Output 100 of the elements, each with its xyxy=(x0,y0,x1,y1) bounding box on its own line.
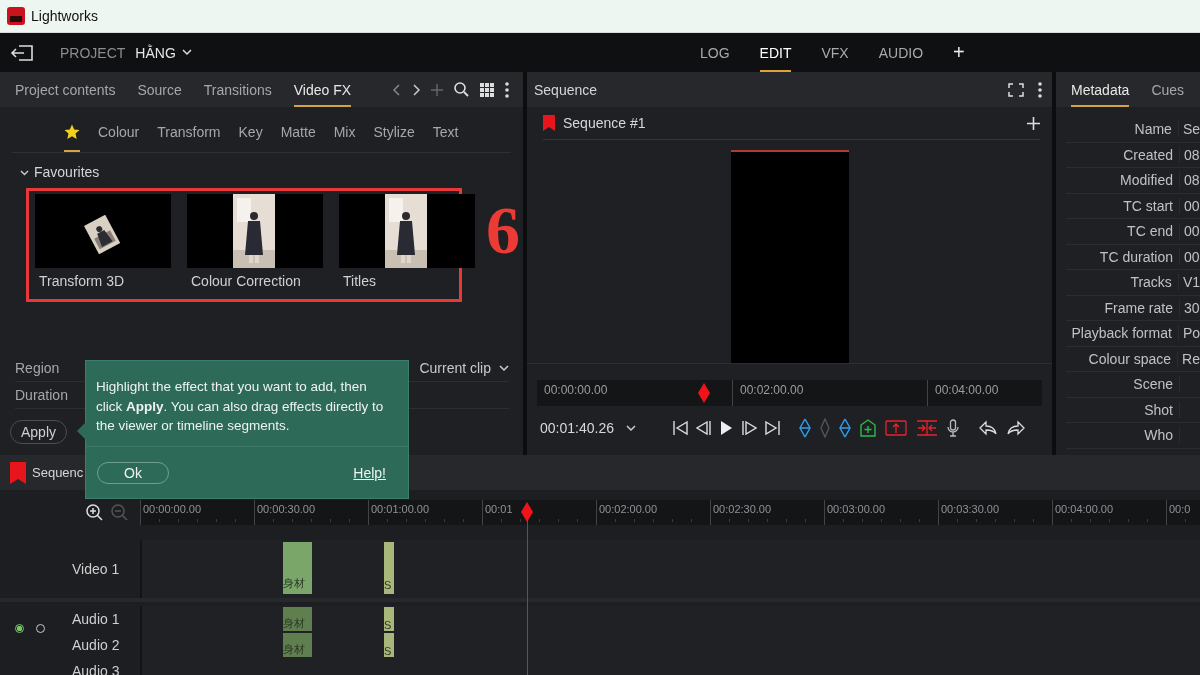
track-name: Audio 2 xyxy=(72,637,120,653)
category-tab[interactable]: Text xyxy=(432,107,459,152)
clip[interactable]: S xyxy=(384,607,394,631)
effect-label: Transform 3D xyxy=(38,273,126,289)
playhead-marker[interactable] xyxy=(520,502,533,522)
bookmark-icon xyxy=(10,461,26,484)
category-tab[interactable]: Transform xyxy=(157,107,221,152)
workspace-tab[interactable]: VFX xyxy=(821,33,849,72)
effect-label: Colour Correction xyxy=(190,273,302,289)
grid-icon[interactable] xyxy=(480,82,495,97)
panel-tab[interactable]: Project contents xyxy=(15,72,116,107)
microphone-icon[interactable] xyxy=(946,419,959,437)
track-name: Audio 1 xyxy=(72,611,120,627)
field-value: V1 xyxy=(1181,274,1200,291)
clip[interactable]: 身材 xyxy=(283,542,312,594)
category-tab[interactable]: Key xyxy=(238,107,263,152)
time-label: 00:0 xyxy=(1169,503,1191,515)
category-tab[interactable]: Matte xyxy=(280,107,316,152)
playhead-marker[interactable] xyxy=(697,383,710,403)
field-label: TC end xyxy=(1066,223,1180,240)
zoom-in-icon[interactable] xyxy=(86,504,103,521)
field-label: Tracks xyxy=(1066,274,1179,291)
track-name: Video 1 xyxy=(72,561,120,577)
time-label: 00:00:00.00 xyxy=(143,503,202,515)
panel-tab[interactable]: Metadata xyxy=(1071,72,1130,107)
scrub-bar[interactable]: 00:00:00.00 00:02:00.00 00:04:00.00 xyxy=(537,380,1042,406)
field-label: TC duration xyxy=(1066,248,1180,265)
time-ruler[interactable]: 00:00:00.00 00:00:30.00 00:01:00.00 00:01 00:02:00.00 00:02:30.00 00:03:00.00 00:03:30.00 00:04:00.00 00:0 xyxy=(140,500,1200,525)
clip[interactable]: S xyxy=(384,542,394,594)
mark-in-icon[interactable] xyxy=(798,418,811,438)
category-tab[interactable]: Mix xyxy=(333,107,356,152)
more-icon[interactable] xyxy=(505,81,510,98)
field-value: 08 xyxy=(1183,172,1200,189)
step-number: 6 xyxy=(485,190,521,270)
star-icon xyxy=(64,123,80,140)
workspace-tab[interactable]: LOG xyxy=(700,33,730,72)
time-label: 00:02:00.00 xyxy=(599,503,658,515)
radio-button[interactable] xyxy=(15,624,24,633)
panel-tab[interactable]: Cues xyxy=(1151,72,1185,107)
field-label: Shot xyxy=(1066,401,1180,418)
exit-icon[interactable] xyxy=(10,43,34,62)
field-label: Frame rate xyxy=(1066,299,1180,316)
window-title: Lightworks xyxy=(31,8,98,24)
bookmark-icon xyxy=(543,115,555,131)
play-icon[interactable] xyxy=(719,420,733,436)
field-value: 08 xyxy=(1183,146,1200,163)
field-label: Modified xyxy=(1066,172,1180,189)
project-dropdown[interactable]: HẰNG xyxy=(135,44,192,61)
panel-tab[interactable]: Source xyxy=(137,72,182,107)
field-label: Colour space xyxy=(1066,350,1179,367)
field-value: Po xyxy=(1181,325,1200,342)
clip[interactable]: S xyxy=(384,633,394,657)
chevron-down-icon xyxy=(625,424,636,432)
skip-end-icon[interactable] xyxy=(764,420,781,436)
field-label: Scene xyxy=(1066,376,1180,393)
region-dropdown[interactable]: Current clip xyxy=(419,360,509,376)
field-label: TC start xyxy=(1066,197,1180,214)
time-label: 00:01:00.00 xyxy=(371,503,430,515)
field-label: Name xyxy=(1066,121,1179,138)
field-value: Se xyxy=(1181,121,1200,138)
field-value: 00 xyxy=(1183,223,1200,240)
timecode-dropdown[interactable]: 00:01:40.26 xyxy=(540,420,636,436)
time-label: 00:00:00.00 xyxy=(544,383,608,397)
time-label: 00:04:00.00 xyxy=(1055,503,1114,515)
time-label: 00:00:30.00 xyxy=(257,503,316,515)
more-icon[interactable] xyxy=(1038,81,1042,98)
time-label: 00:02:00.00 xyxy=(740,383,804,397)
field-label: Created xyxy=(1066,146,1180,163)
remove-icon[interactable] xyxy=(915,420,938,436)
playhead-line[interactable] xyxy=(526,518,529,675)
sequence-name: Sequence #1 xyxy=(563,115,646,131)
workspace-tab[interactable]: AUDIO xyxy=(878,33,924,72)
time-label: 00:03:00.00 xyxy=(827,503,886,515)
step-back-icon[interactable] xyxy=(695,420,712,436)
undo-icon[interactable] xyxy=(978,420,997,436)
field-value: Re xyxy=(1181,350,1200,367)
chevron-left-icon[interactable] xyxy=(393,83,402,96)
panel-tab[interactable]: Transitions xyxy=(203,72,272,107)
panel-tab[interactable]: Video FX xyxy=(293,72,352,107)
add-marker-icon[interactable] xyxy=(859,419,876,437)
field-label: Who xyxy=(1066,427,1180,444)
field-value: 00 xyxy=(1183,248,1200,265)
sequence-name: Sequenc xyxy=(32,465,84,480)
effect-label: Titles xyxy=(342,273,377,289)
step-forward-icon[interactable] xyxy=(740,420,757,436)
category-tab[interactable]: Stylize xyxy=(373,107,415,152)
add-tab-button[interactable]: + xyxy=(953,41,965,64)
fullscreen-icon[interactable] xyxy=(1008,82,1024,97)
category-tab[interactable]: Colour xyxy=(98,107,140,152)
section-header[interactable]: Favourites xyxy=(20,162,523,182)
chevron-right-icon[interactable] xyxy=(412,83,421,96)
skip-start-icon[interactable] xyxy=(671,420,688,436)
time-label: 00:04:00.00 xyxy=(935,383,999,397)
time-label: 00:01 xyxy=(485,503,513,515)
mark-out-icon[interactable] xyxy=(838,418,851,438)
field-value: 30 xyxy=(1183,299,1200,316)
redo-icon[interactable] xyxy=(1006,420,1025,436)
help-link[interactable]: Help! xyxy=(353,464,386,481)
lift-icon[interactable] xyxy=(884,420,907,436)
search-icon[interactable] xyxy=(454,82,470,97)
